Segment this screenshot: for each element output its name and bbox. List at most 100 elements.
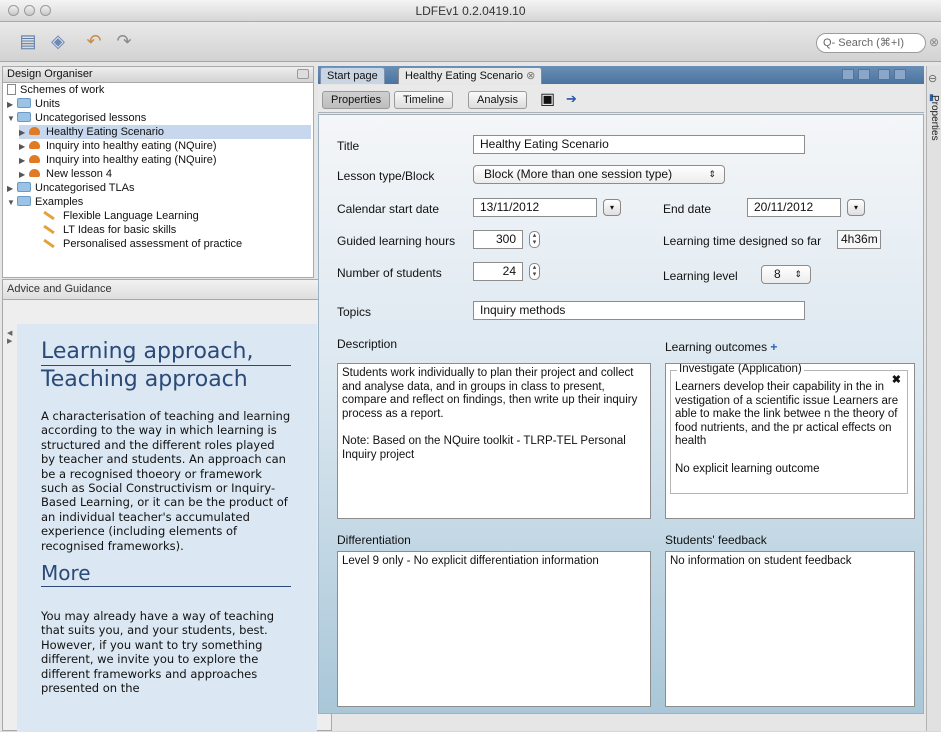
tree-item-label: New lesson 4 bbox=[46, 168, 113, 180]
tab-next-icon[interactable] bbox=[858, 69, 870, 80]
properties-form: Title Healthy Eating Scenario Lesson typ… bbox=[318, 114, 924, 714]
learning-outcomes-text: Learning outcomes bbox=[665, 340, 768, 354]
tree-item-label: Inquiry into healthy eating (NQuire) bbox=[46, 154, 217, 166]
guided-hours-stepper[interactable]: ▴ ▾ bbox=[529, 231, 540, 248]
topics-field[interactable]: Inquiry methods bbox=[473, 301, 805, 320]
tree-item-label: Uncategorised TLAs bbox=[35, 182, 135, 194]
tree-item-examples[interactable]: ▼ Examples bbox=[7, 195, 83, 209]
outcome-group: Investigate (Application) ✖ Learners dev… bbox=[670, 364, 908, 494]
pencil-icon bbox=[43, 210, 55, 221]
tree-item-units[interactable]: ▶ Units bbox=[7, 97, 60, 111]
panel-arrows-icon[interactable]: ◀ ▶ bbox=[7, 330, 12, 346]
export-icon[interactable]: ➔ bbox=[566, 91, 577, 107]
expand-arrow-icon[interactable]: ▶ bbox=[7, 182, 17, 196]
tree-item-label: Flexible Language Learning bbox=[63, 210, 199, 222]
outcome-text: Learners develop their capability in the… bbox=[675, 381, 899, 448]
tree-item-inquiry-1[interactable]: ▶ Inquiry into healthy eating (NQuire) bbox=[19, 139, 217, 153]
tree-item-label: Units bbox=[35, 98, 61, 110]
learning-level-label: Learning level bbox=[663, 269, 738, 283]
pencil-icon bbox=[43, 238, 55, 249]
properties-side-tab[interactable]: Properties bbox=[929, 95, 940, 141]
remove-outcome-icon[interactable]: ✖ bbox=[892, 374, 901, 388]
expand-arrow-icon[interactable]: ▶ bbox=[19, 126, 29, 140]
collapse-arrow-icon[interactable]: ▼ bbox=[7, 112, 17, 126]
advice-guidance-panel: Advice and Guidance ◀ ▶ Learning approach… bbox=[2, 279, 332, 732]
expand-arrow-icon[interactable]: ▶ bbox=[7, 98, 17, 112]
lesson-type-select[interactable]: Block (More than one session type) ⇕ bbox=[473, 165, 725, 184]
collapse-arrow-icon[interactable]: ▼ bbox=[7, 196, 17, 210]
pencil-icon bbox=[43, 224, 55, 235]
end-date-field[interactable]: 20/11/2012 bbox=[747, 198, 841, 217]
guided-hours-field[interactable]: 300 bbox=[473, 230, 523, 249]
students-label: Number of students bbox=[337, 266, 442, 280]
tree-item-healthy-eating[interactable]: ▶ Healthy Eating Scenario bbox=[19, 125, 311, 139]
tree-item-inquiry-2[interactable]: ▶ Inquiry into healthy eating (NQuire) bbox=[19, 153, 217, 167]
outcome-none-text: No explicit learning outcome bbox=[675, 462, 820, 475]
description-field[interactable]: Students work individually to plan their… bbox=[337, 363, 651, 519]
tab-prev-icon[interactable] bbox=[842, 69, 854, 80]
search-input[interactable]: Q- Search (⌘+I) bbox=[816, 33, 926, 53]
tree-item-schemes[interactable]: Schemes of work bbox=[7, 83, 104, 97]
tree-item-new-lesson-4[interactable]: ▶ New lesson 4 bbox=[19, 167, 112, 181]
start-date-field[interactable]: 13/11/2012 bbox=[473, 198, 597, 217]
tab-healthy-eating[interactable]: Healthy Eating Scenario ⊗ bbox=[398, 67, 543, 84]
learning-outcomes-label: Learning outcomes + bbox=[665, 340, 777, 354]
end-date-label: End date bbox=[663, 202, 712, 216]
tree-item-lt-ideas[interactable]: LT Ideas for basic skills bbox=[43, 223, 176, 237]
save-icon[interactable]: ▣ bbox=[540, 89, 555, 109]
advice-content: Learning approach, Teaching approach A c… bbox=[17, 324, 317, 732]
learning-level-select[interactable]: 8 ⇕ bbox=[761, 265, 811, 284]
guided-hours-label: Guided learning hours bbox=[337, 234, 456, 248]
expand-arrow-icon[interactable]: ▶ bbox=[19, 154, 29, 168]
lesson-icon bbox=[29, 127, 40, 135]
tab-start-page[interactable]: Start page bbox=[320, 67, 385, 84]
differentiation-field[interactable]: Level 9 only - No explicit differentiati… bbox=[337, 551, 651, 707]
students-field[interactable]: 24 bbox=[473, 262, 523, 281]
advice-heading-line1: Learning approach, bbox=[41, 338, 291, 366]
outcome-group-title: Investigate (Application) bbox=[677, 363, 804, 377]
tree-item-flexible-language[interactable]: Flexible Language Learning bbox=[43, 209, 199, 223]
title-field[interactable]: Healthy Eating Scenario bbox=[473, 135, 805, 154]
advice-header: Advice and Guidance bbox=[3, 280, 331, 300]
advice-paragraph: A characterisation of teaching and learn… bbox=[41, 409, 291, 553]
redo-icon[interactable]: ↷ bbox=[112, 29, 136, 53]
add-outcome-icon[interactable]: + bbox=[770, 340, 777, 354]
tree-item-uncategorised-lessons[interactable]: ▼ Uncategorised lessons bbox=[7, 111, 146, 125]
tab-menu-icon[interactable] bbox=[878, 69, 890, 80]
tree-item-personalised-assessment[interactable]: Personalised assessment of practice bbox=[43, 237, 242, 251]
advice-heading: Learning approach, Teaching approach bbox=[41, 338, 291, 393]
tab-maximize-icon[interactable] bbox=[894, 69, 906, 80]
view-switcher: Properties Timeline Analysis ▣ ➔ bbox=[318, 85, 924, 113]
toolbar: ▤ ◈ ↶ ↷ Q- Search (⌘+I) ⊗ bbox=[0, 22, 941, 62]
expand-arrow-icon[interactable]: ▶ bbox=[19, 168, 29, 182]
learning-outcomes-box[interactable]: Investigate (Application) ✖ Learners dev… bbox=[665, 363, 915, 519]
panel-collapse-button[interactable] bbox=[297, 69, 309, 79]
properties-button[interactable]: Properties bbox=[322, 91, 391, 109]
tree-item-uncategorised-tlas[interactable]: ▶ Uncategorised TLAs bbox=[7, 181, 134, 195]
feedback-label: Students' feedback bbox=[665, 533, 767, 547]
lesson-icon bbox=[29, 169, 40, 177]
feedback-field[interactable]: No information on student feedback bbox=[665, 551, 915, 707]
learning-level-value: 8 bbox=[774, 267, 781, 281]
stack-icon[interactable]: ▤ bbox=[16, 29, 40, 53]
timeline-button[interactable]: Timeline bbox=[394, 91, 454, 109]
window-title: LDFEv1 0.2.0419.10 bbox=[415, 4, 526, 18]
differentiation-label: Differentiation bbox=[337, 533, 411, 547]
share-icon[interactable]: ◈ bbox=[46, 29, 70, 53]
advice-heading-line2: Teaching approach bbox=[41, 367, 248, 392]
folder-icon bbox=[17, 196, 31, 206]
undo-icon[interactable]: ↶ bbox=[82, 29, 106, 53]
tree-item-label: Personalised assessment of practice bbox=[63, 238, 243, 250]
lesson-icon bbox=[29, 141, 40, 149]
designed-time-label: Learning time designed so far bbox=[663, 234, 822, 248]
start-date-picker-icon[interactable]: ▾ bbox=[603, 199, 621, 216]
side-panel-strip: ⊖ ▮ bbox=[926, 66, 941, 731]
end-date-picker-icon[interactable]: ▾ bbox=[847, 199, 865, 216]
close-tab-icon[interactable]: ⊗ bbox=[526, 70, 535, 82]
students-stepper[interactable]: ▴ ▾ bbox=[529, 263, 540, 280]
collapse-panel-icon[interactable]: ⊖ bbox=[928, 72, 937, 85]
expand-arrow-icon[interactable]: ▶ bbox=[19, 140, 29, 154]
clear-search-icon[interactable]: ⊗ bbox=[929, 35, 939, 49]
analysis-button[interactable]: Analysis bbox=[468, 91, 527, 109]
editor-tab-bar: Start page Healthy Eating Scenario ⊗ bbox=[318, 66, 924, 84]
